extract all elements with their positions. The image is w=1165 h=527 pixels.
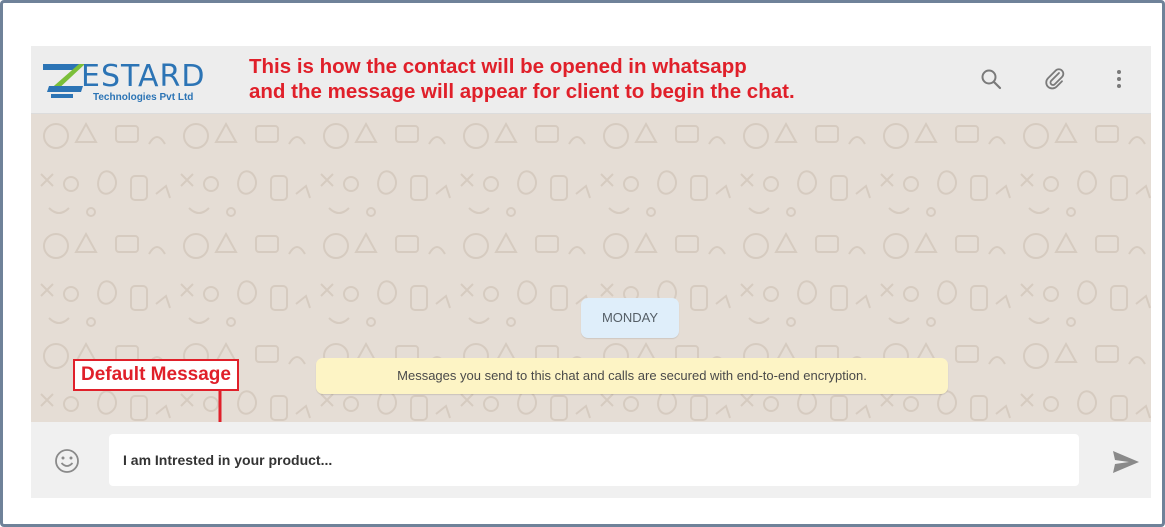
send-icon[interactable] — [1111, 449, 1141, 480]
menu-icon[interactable] — [1107, 67, 1131, 91]
annotation-caption: This is how the contact will be opened i… — [249, 54, 795, 104]
default-message-label: Default Message — [73, 359, 239, 391]
message-compose-bar: I am Intrested in your product... — [31, 422, 1151, 498]
screenshot-frame: ESTARD Technologies Pvt Ltd This is how … — [0, 0, 1165, 527]
logo-wordmark: ESTARD — [81, 59, 206, 94]
encryption-notice: Messages you send to this chat and calls… — [316, 358, 948, 394]
chat-header: ESTARD Technologies Pvt Ltd This is how … — [31, 46, 1151, 114]
attach-icon[interactable] — [1043, 67, 1067, 91]
logo-subtitle: Technologies Pvt Ltd — [93, 92, 194, 103]
message-input[interactable]: I am Intrested in your product... — [109, 434, 1079, 486]
annotation-caption-line2: and the message will appear for client t… — [249, 80, 795, 103]
whatsapp-chat-window: ESTARD Technologies Pvt Ltd This is how … — [31, 46, 1151, 498]
search-icon[interactable] — [979, 67, 1003, 91]
emoji-icon[interactable] — [53, 447, 81, 480]
day-separator-chip: MONDAY — [581, 298, 679, 338]
annotation-caption-line1: This is how the contact will be opened i… — [249, 55, 747, 78]
zestard-logo: ESTARD Technologies Pvt Ltd — [41, 58, 216, 106]
